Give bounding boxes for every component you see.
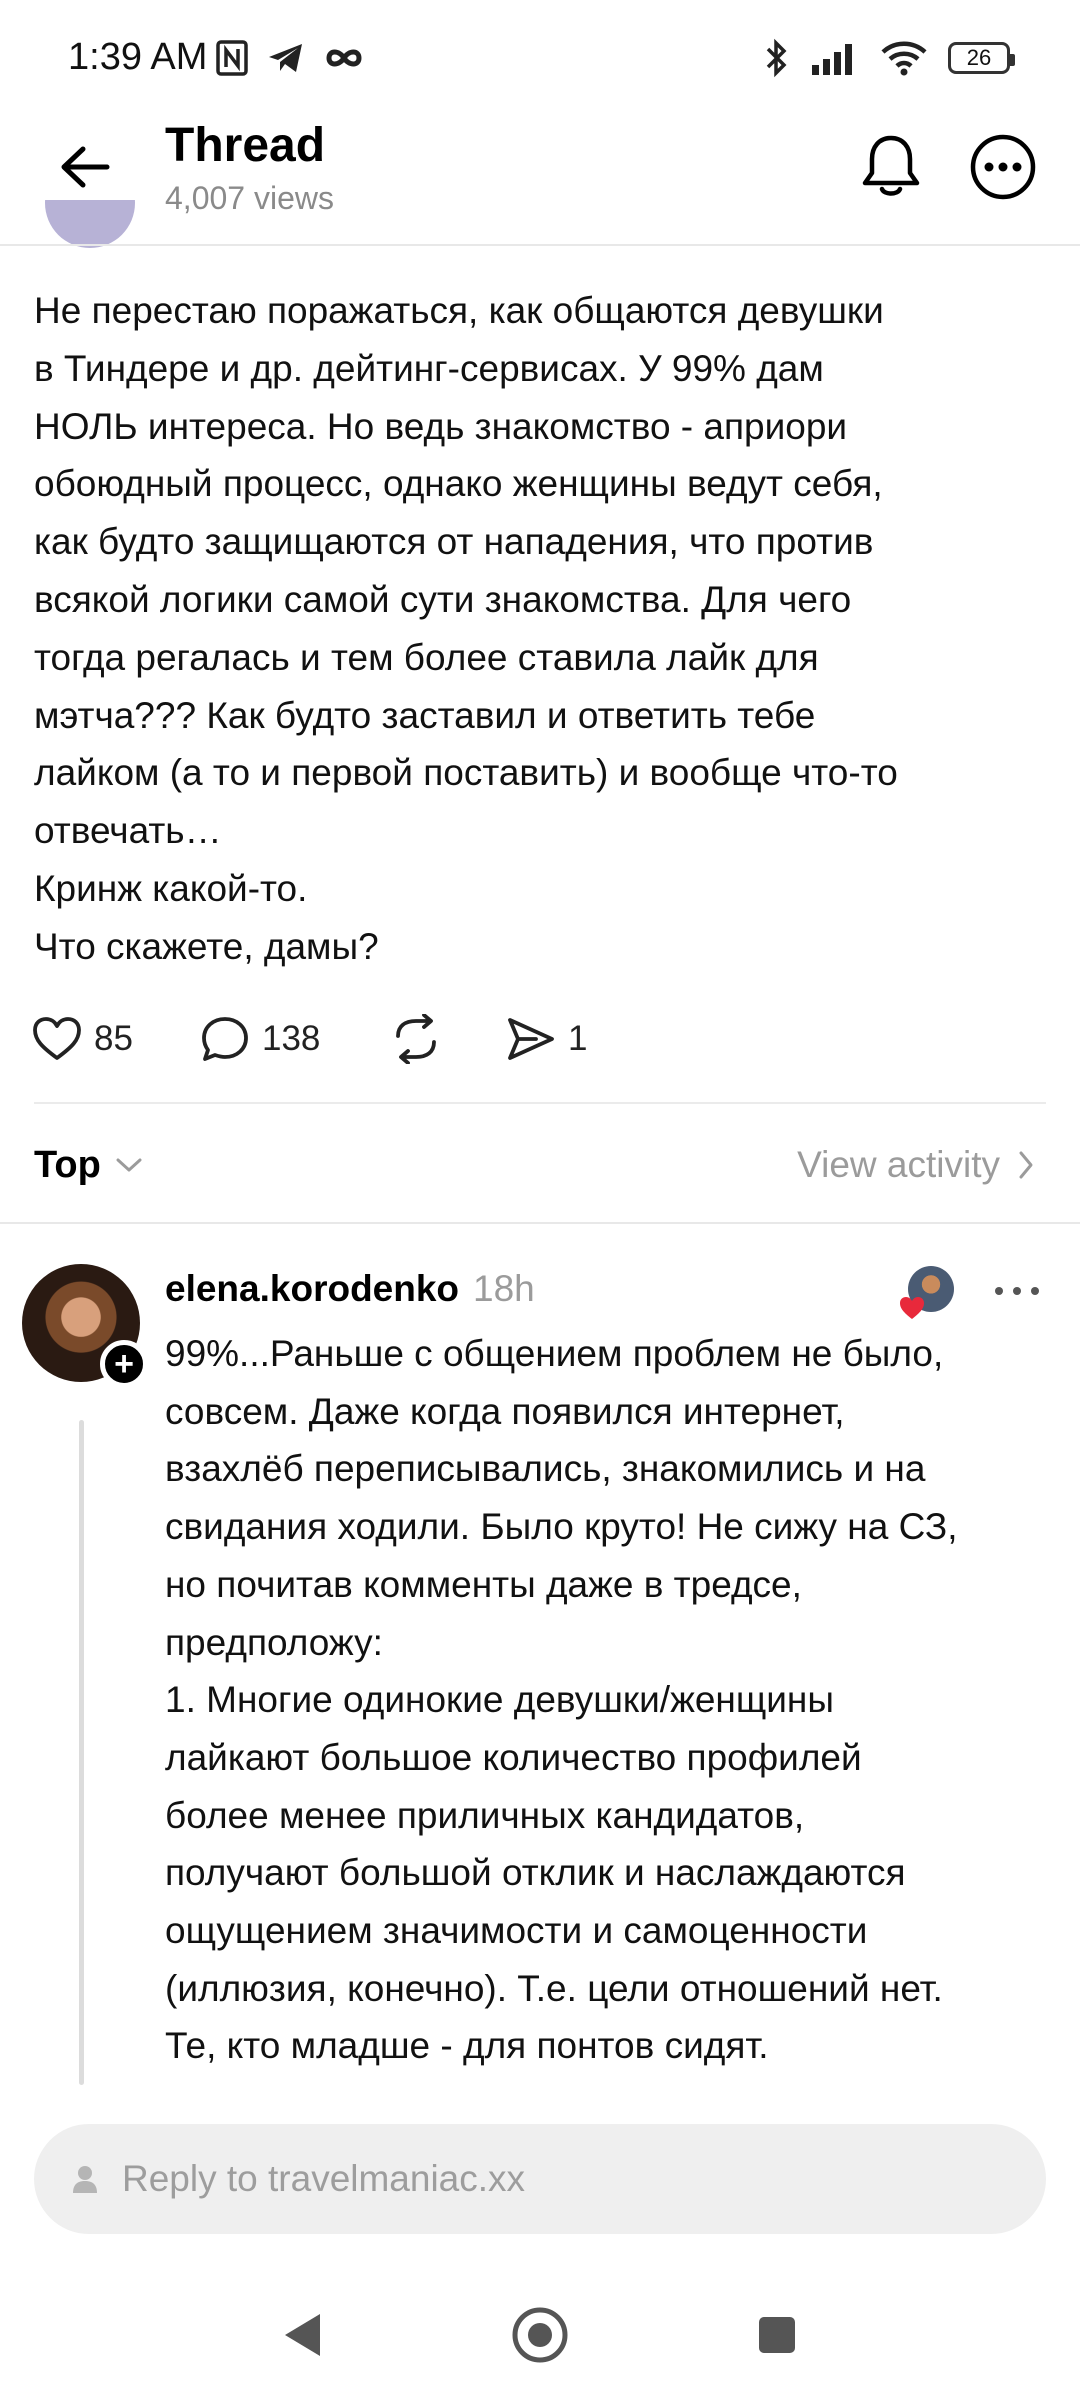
like-count: 85 [94,1019,133,1058]
post-body: Не перестаю поражаться, как общаются дев… [34,290,898,967]
infinity-icon [326,49,362,67]
battery-indicator: 26 [948,42,1015,74]
battery-level: 26 [966,45,992,70]
status-right-icons: 26 [764,32,1015,84]
signal-icon [812,44,852,75]
like-button[interactable]: 85 [32,1016,200,1062]
back-button[interactable] [50,132,120,202]
more-circle-icon [970,134,1036,200]
liked-by-author-badge [898,1266,954,1322]
bell-icon [862,135,920,196]
author-avatar-peek [45,200,135,260]
status-time: 1:39 AM [68,36,208,78]
reply-more-button[interactable] [982,1268,1052,1314]
nav-recents-button[interactable] [742,2290,812,2380]
status-left-icons [215,36,365,80]
reply-placeholder: Reply to travelmaniac.xx [122,2158,526,2199]
send-icon [508,1018,554,1060]
notifications-button[interactable] [855,130,927,202]
post-actions: 85 138 1 [32,1012,587,1066]
heart-icon [33,1017,81,1060]
thread-line [79,1420,84,2085]
nav-back-button[interactable] [268,2290,338,2380]
wifi-icon [881,41,927,76]
share-count: 1 [568,1019,588,1058]
more-options-button[interactable] [968,132,1038,202]
nav-home-button[interactable] [505,2290,575,2380]
more-horizontal-icon [995,1287,1039,1295]
comment-count: 138 [262,1019,321,1058]
comment-icon [202,1017,248,1061]
follow-plus-icon[interactable]: + [100,1340,148,1388]
sort-label: Top [34,1143,101,1186]
triangle-back-icon [285,2314,320,2356]
view-count: 4,007 views [165,180,334,216]
comment-button[interactable]: 138 [200,1015,390,1063]
nfc-icon [216,40,248,76]
telegram-icon [269,44,302,72]
actions-divider [34,1102,1046,1104]
chevron-down-icon [116,1158,142,1172]
reply-input[interactable]: Reply to travelmaniac.xx [34,2124,1046,2234]
header-divider [0,244,1080,246]
reply-author-name[interactable]: elena.korodenko [165,1268,459,1310]
view-activity-label: View activity [797,1144,1000,1185]
reply-header: elena.korodenko 18h [165,1262,535,1316]
back-arrow-icon [61,146,110,188]
square-recents-icon [759,2317,795,2353]
share-button[interactable]: 1 [506,1016,587,1062]
repost-button[interactable] [390,1014,506,1064]
home-circle-icon [512,2307,568,2363]
sort-dropdown[interactable]: Top [34,1138,143,1192]
reply-timestamp: 18h [473,1268,535,1309]
page-title: Thread [165,119,326,172]
heart-filled-icon [900,1297,924,1319]
bluetooth-icon [766,38,787,78]
view-activity-link[interactable]: View activity [797,1138,1034,1192]
reply-body: 99%...Раньше с общением проблем не было,… [165,1333,958,2067]
chevron-right-icon [1019,1151,1033,1179]
person-icon [73,2166,97,2193]
repost-icon [396,1014,436,1064]
sort-divider [0,1222,1080,1224]
